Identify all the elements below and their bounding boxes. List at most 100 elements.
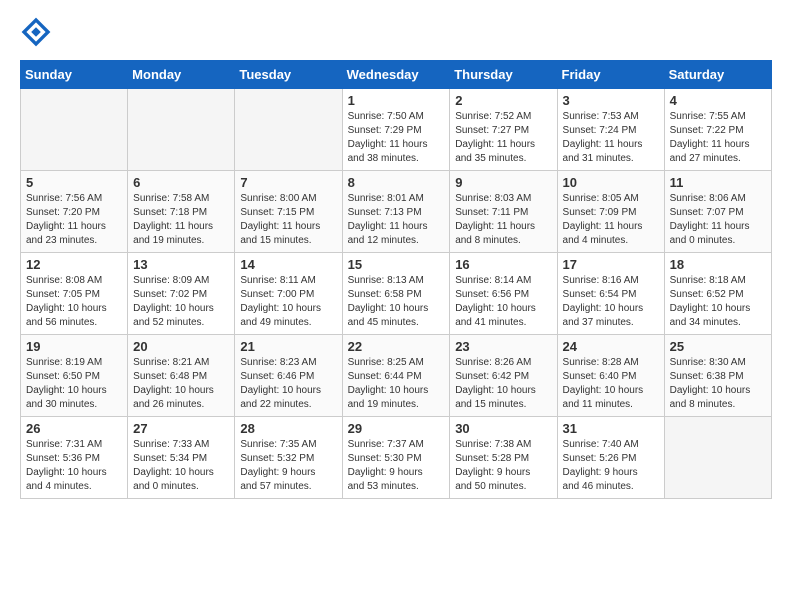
day-number: 10 [563, 175, 659, 190]
calendar-cell: 12 Sunrise: 8:08 AMSunset: 7:05 PMDayligh… [21, 253, 128, 335]
day-info: Sunrise: 8:30 AMSunset: 6:38 PMDaylight:… [670, 356, 766, 412]
calendar-cell: 22 Sunrise: 8:25 AMSunset: 6:44 PMDayligh… [342, 335, 450, 417]
day-info: Sunrise: 7:56 AMSunset: 7:20 PMDaylight:… [26, 192, 122, 248]
calendar-cell: 21 Sunrise: 8:23 AMSunset: 6:46 PMDayligh… [235, 335, 342, 417]
weekday-header-sunday: Sunday [21, 61, 128, 89]
calendar-cell: 16 Sunrise: 8:14 AMSunset: 6:56 PMDayligh… [450, 253, 557, 335]
header [20, 16, 772, 48]
day-number: 11 [670, 175, 766, 190]
calendar-cell: 25 Sunrise: 8:30 AMSunset: 6:38 PMDayligh… [664, 335, 771, 417]
week-row-3: 12 Sunrise: 8:08 AMSunset: 7:05 PMDayligh… [21, 253, 772, 335]
day-number: 30 [455, 421, 551, 436]
logo-icon [20, 16, 52, 48]
calendar-cell: 4Sunrise: 7:55 AMSunset: 7:22 PMDaylight… [664, 89, 771, 171]
day-info: Sunrise: 7:50 AMSunset: 7:29 PMDaylight:… [348, 110, 445, 166]
calendar-cell: 29Sunrise: 7:37 AMSunset: 5:30 PMDayligh… [342, 417, 450, 499]
day-number: 31 [563, 421, 659, 436]
calendar-cell: 15Sunrise: 8:13 AMSunset: 6:58 PMDayligh… [342, 253, 450, 335]
day-number: 20 [133, 339, 229, 354]
calendar-cell [664, 417, 771, 499]
day-info: Sunrise: 8:28 AMSunset: 6:40 PMDaylight:… [563, 356, 659, 412]
day-number: 16 [455, 257, 551, 272]
logo [20, 16, 56, 48]
day-info: Sunrise: 7:55 AMSunset: 7:22 PMDaylight:… [670, 110, 766, 166]
week-row-5: 26 Sunrise: 7:31 AMSunset: 5:36 PMDayligh… [21, 417, 772, 499]
day-info: Sunrise: 8:11 AMSunset: 7:00 PMDaylight:… [240, 274, 336, 330]
week-row-4: 19 Sunrise: 8:19 AMSunset: 6:50 PMDayligh… [21, 335, 772, 417]
weekday-header-friday: Friday [557, 61, 664, 89]
calendar-cell: 5 Sunrise: 7:56 AMSunset: 7:20 PMDaylight… [21, 171, 128, 253]
calendar-cell [128, 89, 235, 171]
week-row-1: 1 Sunrise: 7:50 AMSunset: 7:29 PMDaylight… [21, 89, 772, 171]
weekday-header-tuesday: Tuesday [235, 61, 342, 89]
day-number: 9 [455, 175, 551, 190]
calendar-cell: 24 Sunrise: 8:28 AMSunset: 6:40 PMDayligh… [557, 335, 664, 417]
day-number: 24 [563, 339, 659, 354]
day-info: Sunrise: 8:01 AMSunset: 7:13 PMDaylight:… [348, 192, 445, 248]
day-info: Sunrise: 8:08 AMSunset: 7:05 PMDaylight:… [26, 274, 122, 330]
calendar-cell: 28 Sunrise: 7:35 AMSunset: 5:32 PMDayligh… [235, 417, 342, 499]
calendar-cell [235, 89, 342, 171]
day-info: Sunrise: 8:18 AMSunset: 6:52 PMDaylight:… [670, 274, 766, 330]
calendar-cell: 7Sunrise: 8:00 AMSunset: 7:15 PMDaylight… [235, 171, 342, 253]
day-info: Sunrise: 8:21 AMSunset: 6:48 PMDaylight:… [133, 356, 229, 412]
page-container: SundayMondayTuesdayWednesdayThursdayFrid… [0, 0, 792, 515]
day-number: 21 [240, 339, 336, 354]
calendar-cell: 27Sunrise: 7:33 AMSunset: 5:34 PMDayligh… [128, 417, 235, 499]
day-info: Sunrise: 8:03 AMSunset: 7:11 PMDaylight:… [455, 192, 551, 248]
day-number: 27 [133, 421, 229, 436]
day-info: Sunrise: 7:31 AMSunset: 5:36 PMDaylight:… [26, 438, 122, 494]
day-info: Sunrise: 7:38 AMSunset: 5:28 PMDaylight:… [455, 438, 551, 494]
calendar-cell: 20 Sunrise: 8:21 AMSunset: 6:48 PMDayligh… [128, 335, 235, 417]
calendar-cell: 11 Sunrise: 8:06 AMSunset: 7:07 PMDayligh… [664, 171, 771, 253]
calendar-cell: 1 Sunrise: 7:50 AMSunset: 7:29 PMDaylight… [342, 89, 450, 171]
calendar-cell: 8Sunrise: 8:01 AMSunset: 7:13 PMDaylight… [342, 171, 450, 253]
day-number: 5 [26, 175, 122, 190]
day-info: Sunrise: 7:35 AMSunset: 5:32 PMDaylight:… [240, 438, 336, 494]
day-info: Sunrise: 8:00 AMSunset: 7:15 PMDaylight:… [240, 192, 336, 248]
day-info: Sunrise: 7:37 AMSunset: 5:30 PMDaylight:… [348, 438, 445, 494]
day-info: Sunrise: 8:05 AMSunset: 7:09 PMDaylight:… [563, 192, 659, 248]
day-number: 23 [455, 339, 551, 354]
day-number: 18 [670, 257, 766, 272]
day-number: 19 [26, 339, 122, 354]
day-number: 12 [26, 257, 122, 272]
day-number: 6 [133, 175, 229, 190]
day-number: 14 [240, 257, 336, 272]
day-number: 22 [348, 339, 445, 354]
weekday-header-monday: Monday [128, 61, 235, 89]
weekday-header-thursday: Thursday [450, 61, 557, 89]
day-number: 1 [348, 93, 445, 108]
calendar-cell: 2Sunrise: 7:52 AMSunset: 7:27 PMDaylight… [450, 89, 557, 171]
day-info: Sunrise: 7:40 AMSunset: 5:26 PMDaylight:… [563, 438, 659, 494]
calendar-cell: 10 Sunrise: 8:05 AMSunset: 7:09 PMDayligh… [557, 171, 664, 253]
day-number: 13 [133, 257, 229, 272]
day-info: Sunrise: 7:58 AMSunset: 7:18 PMDaylight:… [133, 192, 229, 248]
day-number: 2 [455, 93, 551, 108]
calendar-cell: 13 Sunrise: 8:09 AMSunset: 7:02 PMDayligh… [128, 253, 235, 335]
day-number: 25 [670, 339, 766, 354]
day-info: Sunrise: 8:09 AMSunset: 7:02 PMDaylight:… [133, 274, 229, 330]
calendar-cell [21, 89, 128, 171]
week-row-2: 5 Sunrise: 7:56 AMSunset: 7:20 PMDaylight… [21, 171, 772, 253]
calendar-cell: 26 Sunrise: 7:31 AMSunset: 5:36 PMDayligh… [21, 417, 128, 499]
day-info: Sunrise: 8:25 AMSunset: 6:44 PMDaylight:… [348, 356, 445, 412]
weekday-header-wednesday: Wednesday [342, 61, 450, 89]
day-info: Sunrise: 8:13 AMSunset: 6:58 PMDaylight:… [348, 274, 445, 330]
calendar-cell: 17Sunrise: 8:16 AMSunset: 6:54 PMDayligh… [557, 253, 664, 335]
calendar-cell: 9 Sunrise: 8:03 AMSunset: 7:11 PMDaylight… [450, 171, 557, 253]
day-info: Sunrise: 8:19 AMSunset: 6:50 PMDaylight:… [26, 356, 122, 412]
calendar-cell: 30 Sunrise: 7:38 AMSunset: 5:28 PMDayligh… [450, 417, 557, 499]
day-info: Sunrise: 8:23 AMSunset: 6:46 PMDaylight:… [240, 356, 336, 412]
day-number: 26 [26, 421, 122, 436]
day-number: 3 [563, 93, 659, 108]
calendar-cell: 3Sunrise: 7:53 AMSunset: 7:24 PMDaylight… [557, 89, 664, 171]
day-number: 28 [240, 421, 336, 436]
day-number: 17 [563, 257, 659, 272]
day-info: Sunrise: 8:06 AMSunset: 7:07 PMDaylight:… [670, 192, 766, 248]
day-info: Sunrise: 8:14 AMSunset: 6:56 PMDaylight:… [455, 274, 551, 330]
weekday-header-saturday: Saturday [664, 61, 771, 89]
calendar-cell: 31 Sunrise: 7:40 AMSunset: 5:26 PMDayligh… [557, 417, 664, 499]
calendar-table: SundayMondayTuesdayWednesdayThursdayFrid… [20, 60, 772, 499]
calendar-cell: 23Sunrise: 8:26 AMSunset: 6:42 PMDayligh… [450, 335, 557, 417]
